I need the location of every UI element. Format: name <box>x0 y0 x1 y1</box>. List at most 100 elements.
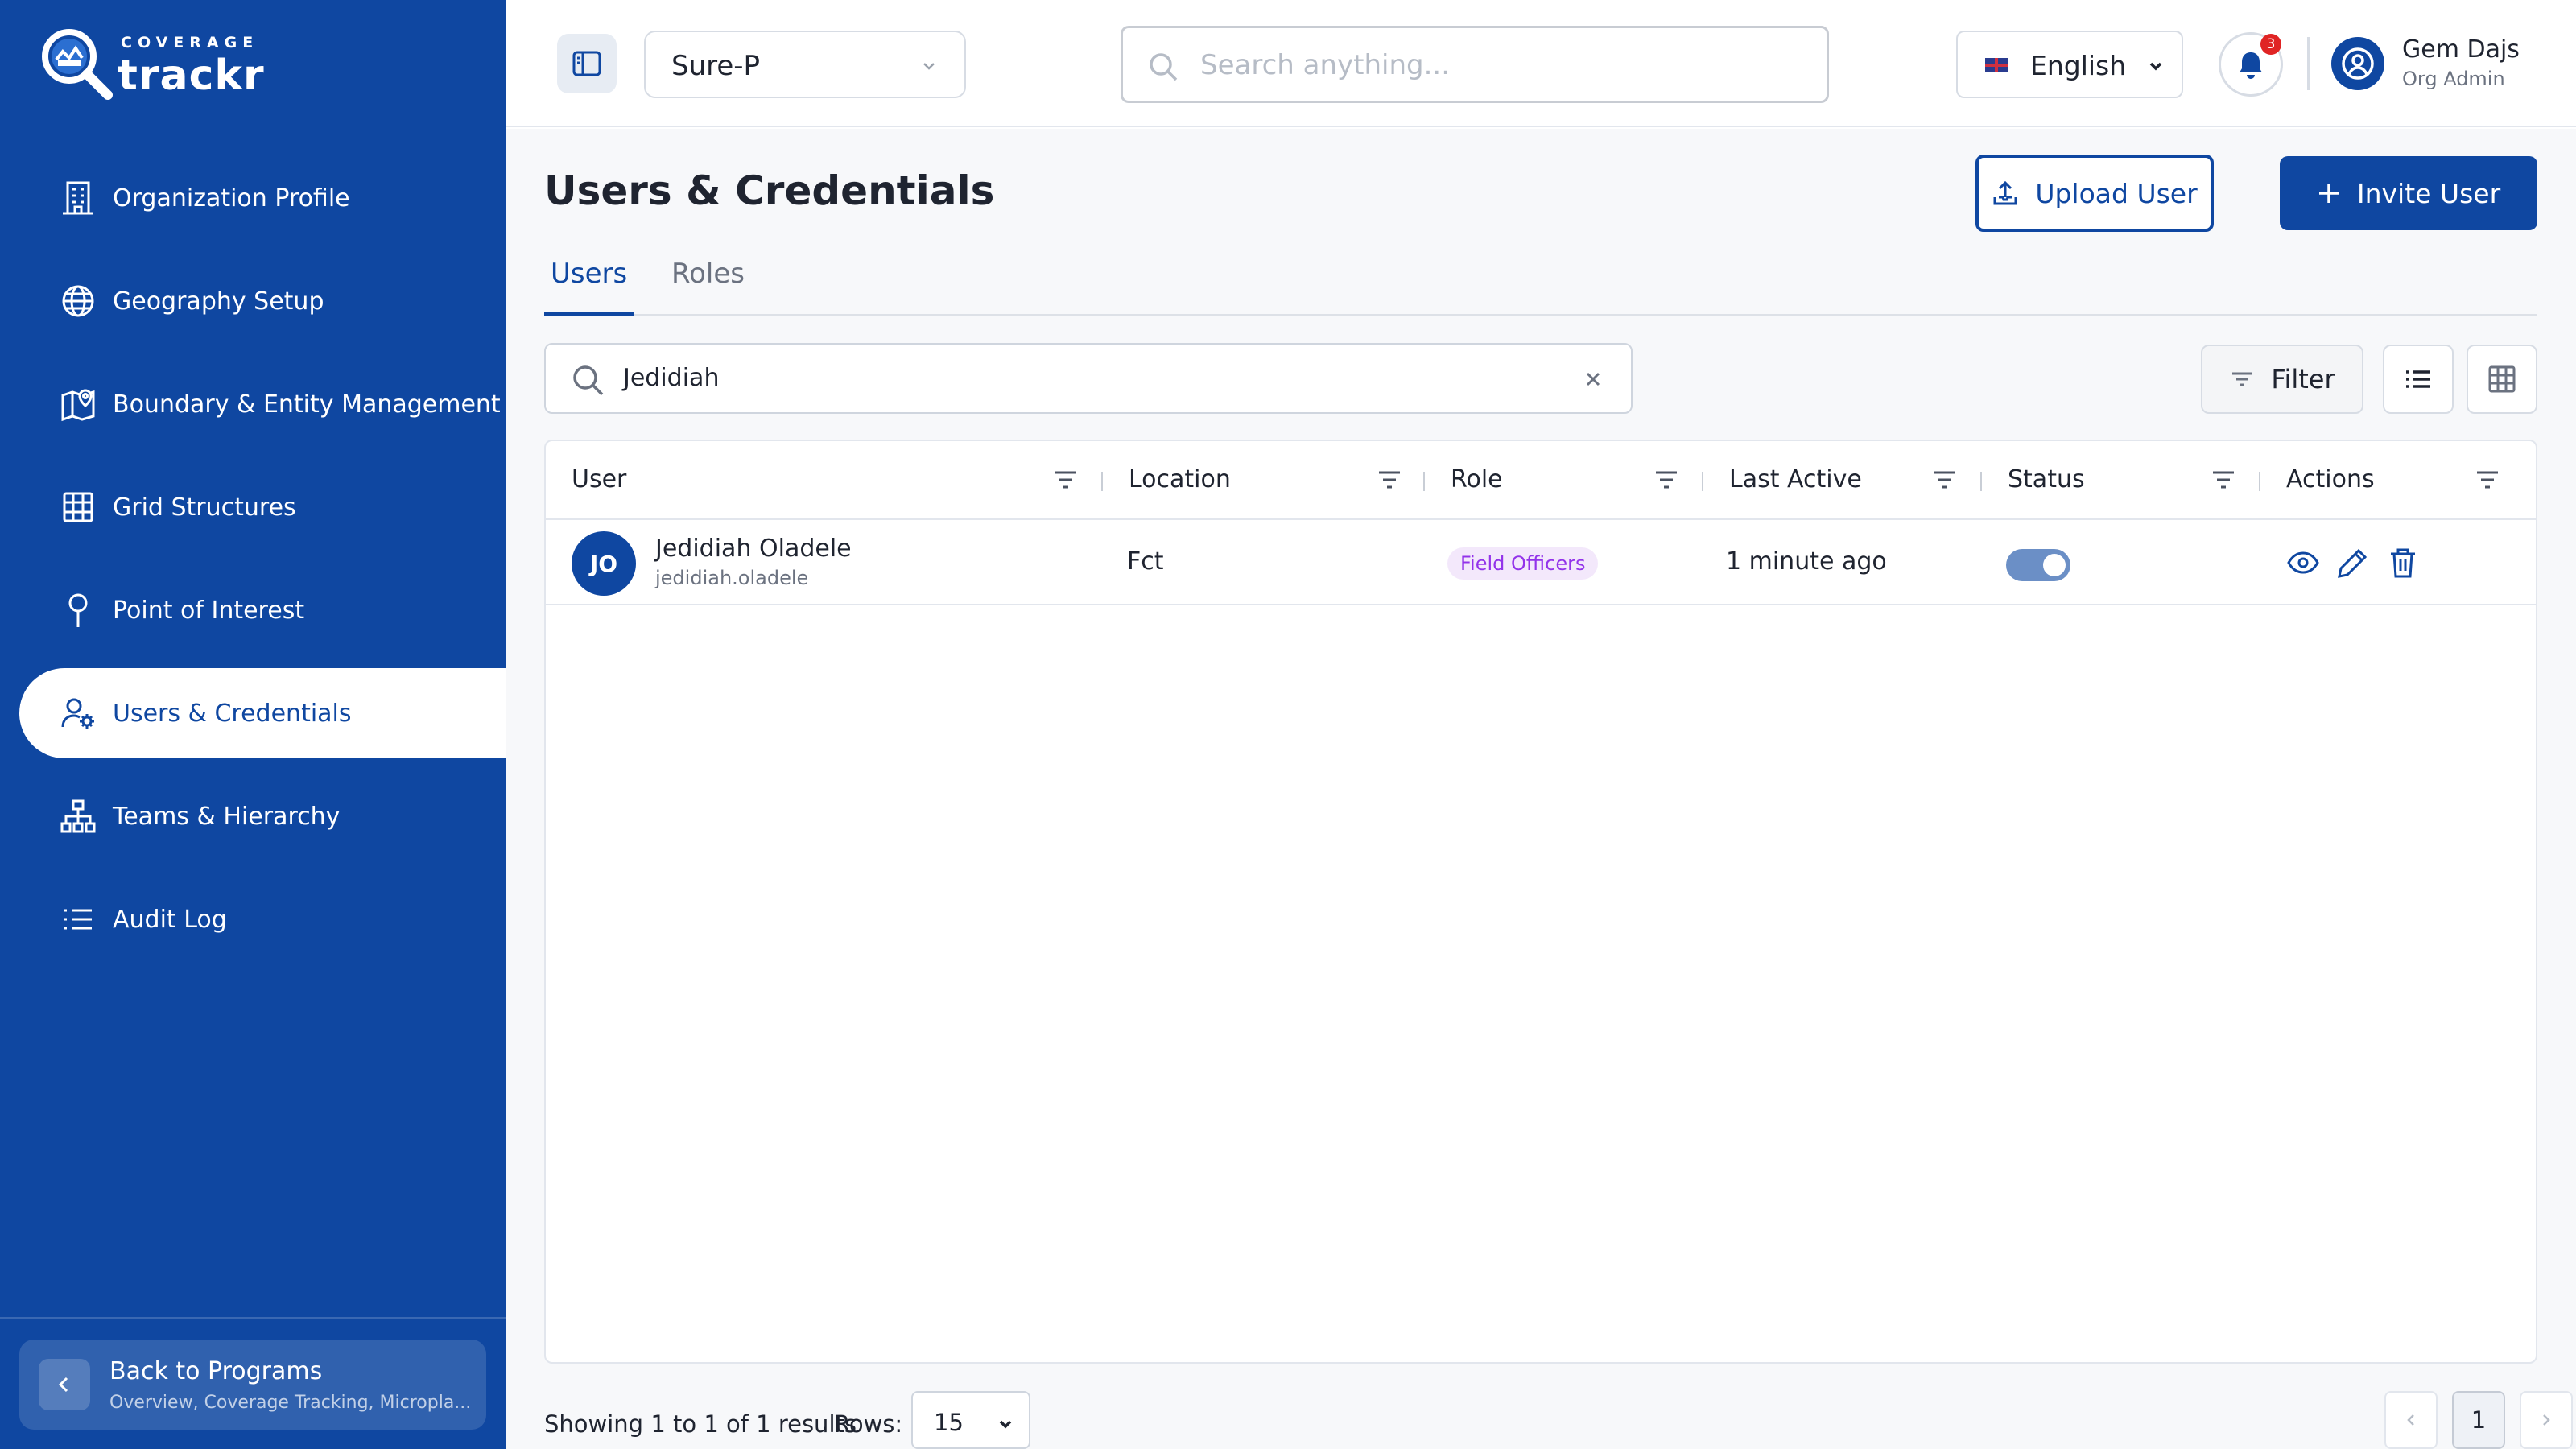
sidebar-item-geography-setup[interactable]: Geography Setup <box>0 256 506 346</box>
table-row[interactable]: JO Jedidiah Oladele jedidiah.oladele Fct… <box>546 520 2536 605</box>
next-page-button[interactable] <box>2520 1391 2573 1449</box>
column-header-last-active[interactable]: Last Active <box>1703 441 1982 520</box>
column-header-user[interactable]: User <box>546 441 1103 520</box>
map-pin-icon <box>61 389 95 422</box>
top-bar: Sure-P Search anything... English 3 Gem … <box>506 0 2576 127</box>
chevron-down-icon <box>999 1420 1012 1429</box>
hierarchy-icon <box>60 799 96 833</box>
grid-view-button[interactable] <box>2467 345 2537 414</box>
sidebar-item-label: Point of Interest <box>113 596 305 625</box>
column-label: Location <box>1129 465 1231 493</box>
filter-icon <box>2232 372 2252 386</box>
list-view-icon <box>2406 370 2430 388</box>
back-to-programs-title: Back to Programs <box>109 1357 323 1385</box>
eye-icon[interactable] <box>2286 546 2320 580</box>
brand-logo[interactable]: COVERAGE trackr <box>40 24 298 101</box>
language-select-value: English <box>2030 50 2127 81</box>
search-icon <box>573 365 604 396</box>
close-icon[interactable] <box>1581 367 1605 391</box>
tabs: Users Roles <box>544 250 2537 316</box>
pin-icon <box>68 593 88 627</box>
global-search-input[interactable]: Search anything... <box>1121 26 1829 103</box>
brand-tagline: COVERAGE <box>121 34 259 52</box>
chevron-down-icon <box>2149 62 2162 71</box>
previous-page-button[interactable] <box>2384 1391 2438 1449</box>
user-search-value: Jedidiah <box>623 364 720 392</box>
column-header-actions[interactable]: Actions <box>2260 441 2536 520</box>
brand-name: trackr <box>118 52 265 100</box>
sidebar-item-boundary-entity-management[interactable]: Boundary & Entity Management <box>0 359 506 449</box>
upload-user-button[interactable]: Upload User <box>1975 155 2214 232</box>
rows-per-page-select[interactable]: 15 <box>911 1391 1030 1449</box>
column-header-status[interactable]: Status <box>1982 441 2260 520</box>
role-badge: Field Officers <box>1447 547 1599 580</box>
chevron-left-icon <box>39 1359 90 1410</box>
filter-button[interactable]: Filter <box>2201 345 2363 414</box>
trash-icon[interactable] <box>2386 546 2420 580</box>
building-icon <box>63 181 93 215</box>
global-search-placeholder: Search anything... <box>1200 49 1451 81</box>
globe-icon <box>62 285 94 317</box>
column-header-role[interactable]: Role <box>1425 441 1703 520</box>
column-filter-icon[interactable] <box>2211 469 2236 491</box>
column-filter-icon[interactable] <box>1653 469 1679 491</box>
page-number-button[interactable]: 1 <box>2452 1391 2505 1449</box>
program-select-value: Sure-P <box>671 50 761 82</box>
sidebar-nav: Organization Profile Geography Setup Bou… <box>0 153 506 977</box>
user-circle-icon <box>2342 47 2374 80</box>
tab-roles[interactable]: Roles <box>665 250 751 316</box>
back-to-programs-subtitle: Overview, Coverage Tracking, Micropla... <box>109 1393 472 1413</box>
column-header-location[interactable]: Location <box>1103 441 1425 520</box>
sidebar-item-point-of-interest[interactable]: Point of Interest <box>0 565 506 655</box>
sidebar-item-organization-profile[interactable]: Organization Profile <box>0 153 506 243</box>
grid-icon <box>63 492 93 522</box>
status-toggle[interactable] <box>2006 549 2070 581</box>
bell-icon <box>2240 52 2262 79</box>
column-filter-icon[interactable] <box>1932 469 1958 491</box>
upload-user-label: Upload User <box>2035 177 2198 209</box>
program-select[interactable]: Sure-P <box>644 31 966 98</box>
status-toggle-knob <box>2043 554 2066 576</box>
sidebar-item-label: Teams & Hierarchy <box>113 802 341 831</box>
uk-flag-icon <box>1985 58 2008 72</box>
magnifier-logo-icon <box>40 27 114 101</box>
sidebar-item-teams-hierarchy[interactable]: Teams & Hierarchy <box>0 771 506 861</box>
user-role: Org Admin <box>2402 68 2505 90</box>
user-avatar[interactable] <box>2331 37 2384 90</box>
table-header: User Location Role Last Active Status Ac… <box>546 441 2536 520</box>
sidebar-item-grid-structures[interactable]: Grid Structures <box>0 462 506 552</box>
column-filter-icon[interactable] <box>1377 469 1402 491</box>
sidebar-item-label: Audit Log <box>113 905 227 934</box>
back-to-programs-button[interactable]: Back to Programs Overview, Coverage Trac… <box>19 1340 486 1430</box>
results-summary: Showing 1 to 1 of 1 results <box>544 1410 857 1438</box>
sidebar-item-label: Geography Setup <box>113 287 324 316</box>
column-label: Last Active <box>1729 465 1862 493</box>
filter-label: Filter <box>2271 364 2335 394</box>
table-footer: Showing 1 to 1 of 1 results Rows: 15 1 <box>544 1391 2573 1449</box>
chevron-down-icon <box>923 63 935 70</box>
plus-icon <box>2318 184 2339 203</box>
invite-user-button[interactable]: Invite User <box>2280 156 2537 230</box>
column-label: User <box>572 465 627 493</box>
users-table: User Location Role Last Active Status Ac… <box>544 440 2537 1364</box>
column-label: Actions <box>2286 465 2375 493</box>
column-filter-icon[interactable] <box>2475 469 2500 491</box>
sidebar-item-users-credentials[interactable]: Users & Credentials <box>19 668 506 758</box>
pencil-icon[interactable] <box>2336 546 2370 580</box>
divider <box>2307 37 2310 90</box>
sidebar-toggle-button[interactable] <box>557 34 617 93</box>
language-select[interactable]: English <box>1956 31 2183 98</box>
sidebar-item-audit-log[interactable]: Audit Log <box>0 874 506 964</box>
column-filter-icon[interactable] <box>1053 469 1079 491</box>
user-location: Fct <box>1127 547 1164 576</box>
list-view-button[interactable] <box>2383 345 2454 414</box>
tab-users[interactable]: Users <box>544 250 634 316</box>
rows-per-page-value: 15 <box>934 1409 964 1436</box>
sidebar-item-label: Grid Structures <box>113 493 296 522</box>
sidebar: COVERAGE trackr Organization Profile Geo… <box>0 0 506 1449</box>
list-icon <box>64 909 92 930</box>
user-username: jedidiah.oladele <box>655 567 809 589</box>
user-search-input[interactable]: Jedidiah <box>544 343 1633 414</box>
search-icon <box>1150 53 1178 81</box>
user-name[interactable]: Gem Dajs <box>2402 35 2520 64</box>
